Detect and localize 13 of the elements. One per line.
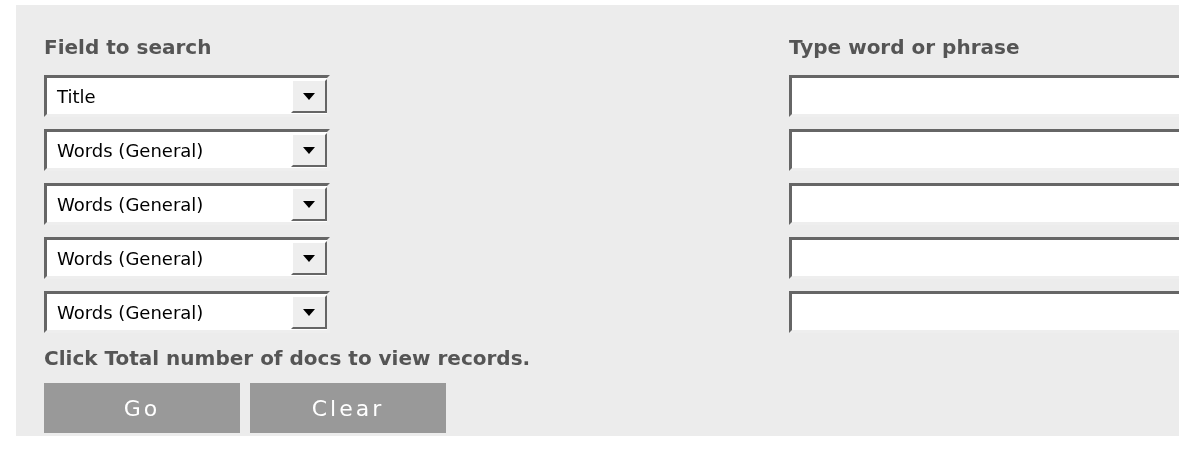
search-term-field[interactable] (789, 237, 1179, 279)
search-term-field[interactable] (789, 129, 1179, 171)
field-dropdown[interactable]: Title (44, 75, 330, 117)
instruction-text: Click Total number of docs to view records. (44, 345, 532, 371)
field-dropdown[interactable]: Words (General) (44, 291, 330, 333)
column-heading: Field to search (44, 34, 213, 60)
search-term-field[interactable] (789, 291, 1179, 333)
field-dropdown[interactable]: Words (General) (44, 237, 330, 279)
search-term-field[interactable] (789, 183, 1179, 225)
search-term-field[interactable] (789, 75, 1179, 117)
column-heading: Type word or phrase (789, 34, 1020, 60)
field-dropdown[interactable]: Words (General) (44, 183, 330, 225)
field-dropdown[interactable]: Words (General) (44, 129, 330, 171)
